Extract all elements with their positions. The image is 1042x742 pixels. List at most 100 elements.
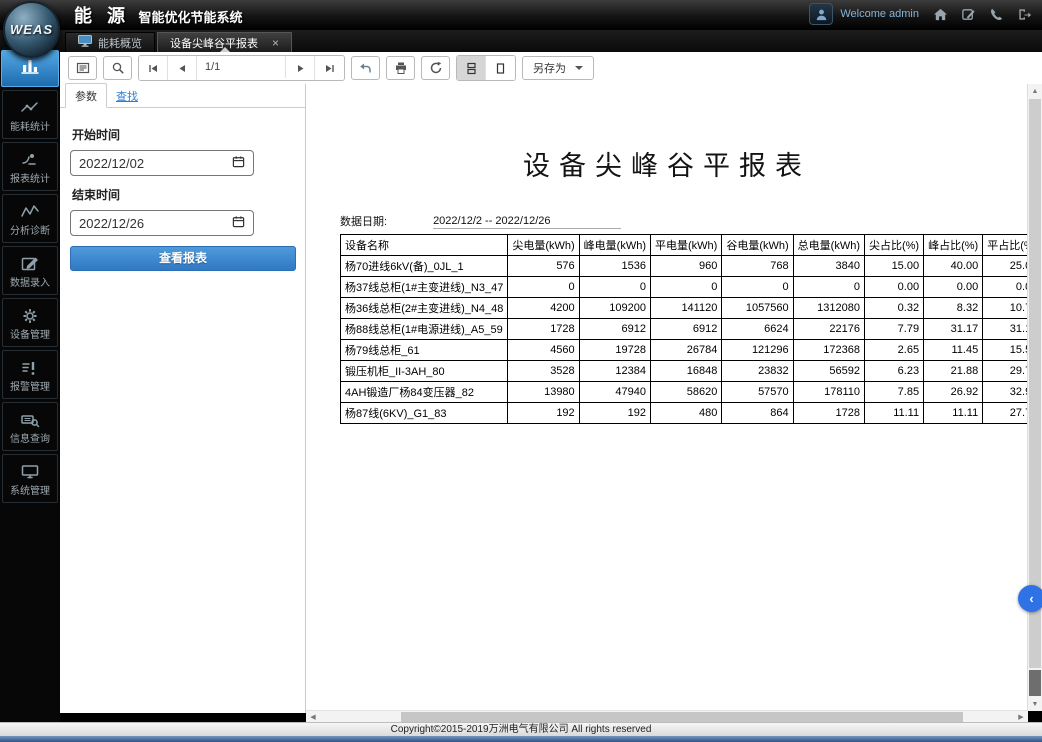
value-cell: 7.79 <box>864 319 923 340</box>
next-page-icon[interactable] <box>286 56 315 80</box>
last-page-icon[interactable] <box>315 56 344 80</box>
tab-peak-valley-report[interactable]: 设备尖峰谷平报表 × <box>157 32 292 52</box>
value-cell: 768 <box>722 256 793 277</box>
value-cell: 25.00 <box>983 256 1028 277</box>
value-cell: 57570 <box>722 382 793 403</box>
value-cell: 32.91 <box>983 382 1028 403</box>
sidebar-item-label: 信息查询 <box>9 434 51 446</box>
start-date-value: 2022/12/02 <box>79 156 144 171</box>
table-row: 杨37线总柜(1#主变进线)_N3_47000000.000.000.000.0… <box>341 277 1029 298</box>
value-cell: 576 <box>508 256 579 277</box>
search-icon[interactable] <box>103 56 132 80</box>
view-report-button[interactable]: 查看报表 <box>70 246 296 271</box>
value-cell: 960 <box>651 256 722 277</box>
value-cell: 26.92 <box>924 382 983 403</box>
single-page-icon[interactable] <box>486 56 515 80</box>
value-cell: 121296 <box>722 340 793 361</box>
sidebar-item-device-management[interactable]: 设备管理 <box>2 298 58 347</box>
home-icon[interactable] <box>933 7 948 22</box>
phone-icon[interactable] <box>989 7 1004 22</box>
tab-label: 能耗概览 <box>98 35 142 51</box>
column-header: 峰电量(kWh) <box>579 235 650 256</box>
value-cell: 480 <box>651 403 722 424</box>
calendar-icon[interactable] <box>232 155 245 171</box>
device-name-cell: 4AH锻造厂杨84变压器_82 <box>341 382 508 403</box>
sidebar-item-label: 设备管理 <box>9 330 51 342</box>
tab-energy-overview[interactable]: 能耗概览 <box>65 32 155 52</box>
value-cell: 11.45 <box>924 340 983 361</box>
save-as-button[interactable]: 另存为 <box>522 56 594 80</box>
value-cell: 0 <box>722 277 793 298</box>
refresh-icon[interactable] <box>421 56 450 80</box>
vertical-scroll-thumb-dark[interactable] <box>1029 670 1041 696</box>
tab-find[interactable]: 查找 <box>107 84 147 107</box>
report-table: 设备名称尖电量(kWh)峰电量(kWh)平电量(kWh)谷电量(kWh)总电量(… <box>340 234 1028 424</box>
monitor-icon <box>78 35 92 50</box>
alarm-icon <box>16 356 44 380</box>
app-title-sub: 智能优化节能系统 <box>138 10 242 25</box>
column-header: 峰占比(%) <box>924 235 983 256</box>
value-cell: 1536 <box>579 256 650 277</box>
print-icon[interactable] <box>386 56 415 80</box>
column-header: 尖占比(%) <box>864 235 923 256</box>
sidebar-item-system-management[interactable]: 系统管理 <box>2 454 58 503</box>
sidebar-item-energy-stats[interactable]: 能耗统计 <box>2 90 58 139</box>
value-cell: 0 <box>651 277 722 298</box>
parameters-panel-icon[interactable] <box>68 56 97 80</box>
value-cell: 10.76 <box>983 298 1028 319</box>
first-page-icon[interactable] <box>139 56 168 80</box>
scroll-up-icon[interactable]: ▲ <box>1028 84 1042 98</box>
calendar-icon[interactable] <box>232 215 245 231</box>
welcome-text: Welcome admin <box>840 8 919 20</box>
table-row: 杨87线(6KV)_G1_83192192480864172811.1111.1… <box>341 403 1029 424</box>
value-cell: 15.54 <box>983 340 1028 361</box>
value-cell: 56592 <box>793 361 864 382</box>
value-cell: 864 <box>722 403 793 424</box>
value-cell: 13980 <box>508 382 579 403</box>
tab-label: 设备尖峰谷平报表 <box>170 35 258 51</box>
logout-icon[interactable] <box>1017 7 1032 22</box>
user-icon <box>809 3 833 25</box>
prev-page-icon[interactable] <box>168 56 197 80</box>
close-icon[interactable]: × <box>272 37 279 49</box>
start-date-field[interactable]: 2022/12/02 <box>70 150 254 176</box>
table-row: 4AH锻造厂杨84变压器_821398047940586205757017811… <box>341 382 1029 403</box>
save-as-label: 另存为 <box>533 60 566 76</box>
back-icon[interactable] <box>351 56 380 80</box>
sidebar-item-data-entry[interactable]: 数据录入 <box>2 246 58 295</box>
analysis-icon <box>16 200 44 224</box>
bar-chart-icon <box>18 55 42 82</box>
vertical-scrollbar[interactable]: ▲ ▼ <box>1027 84 1042 711</box>
value-cell: 6912 <box>651 319 722 340</box>
tab-parameters[interactable]: 参数 <box>65 83 107 108</box>
footer-copyright: Copyright©2015-2019万洲电气有限公司 All rights r… <box>0 722 1042 736</box>
sidebar-item-info-query[interactable]: 信息查询 <box>2 402 58 451</box>
value-cell: 23832 <box>722 361 793 382</box>
layout-group <box>456 55 516 81</box>
gear-icon <box>16 304 44 328</box>
sidebar-item-alarm-management[interactable]: 报警管理 <box>2 350 58 399</box>
horizontal-scroll-thumb[interactable] <box>401 712 963 722</box>
end-date-field[interactable]: 2022/12/26 <box>70 210 254 236</box>
end-time-label: 结束时间 <box>72 186 295 203</box>
app-header: 能 源 智能优化节能系统 Welcome admin <box>0 0 1042 31</box>
value-cell: 4200 <box>508 298 579 319</box>
edit-icon[interactable] <box>961 7 976 22</box>
page-number-input[interactable] <box>197 56 286 78</box>
vertical-scroll-thumb[interactable] <box>1029 99 1041 668</box>
value-cell: 40.00 <box>924 256 983 277</box>
value-cell: 0 <box>579 277 650 298</box>
multi-page-icon[interactable] <box>457 56 486 80</box>
value-cell: 172368 <box>793 340 864 361</box>
sidebar-item-analysis-diagnosis[interactable]: 分析诊断 <box>2 194 58 243</box>
welcome-chip: Welcome admin <box>809 3 919 25</box>
value-cell: 11.11 <box>864 403 923 424</box>
value-cell: 1728 <box>793 403 864 424</box>
collapse-panel-button[interactable]: ‹ <box>1018 585 1042 612</box>
report-viewer: 设备尖峰谷平报表 数据日期: 2022/12/2 -- 2022/12/26 设… <box>306 84 1028 711</box>
value-cell: 11.11 <box>924 403 983 424</box>
sidebar-item-report-stats[interactable]: 报表统计 <box>2 142 58 191</box>
value-cell: 3840 <box>793 256 864 277</box>
scroll-down-icon[interactable]: ▼ <box>1028 697 1042 711</box>
column-header: 谷电量(kWh) <box>722 235 793 256</box>
